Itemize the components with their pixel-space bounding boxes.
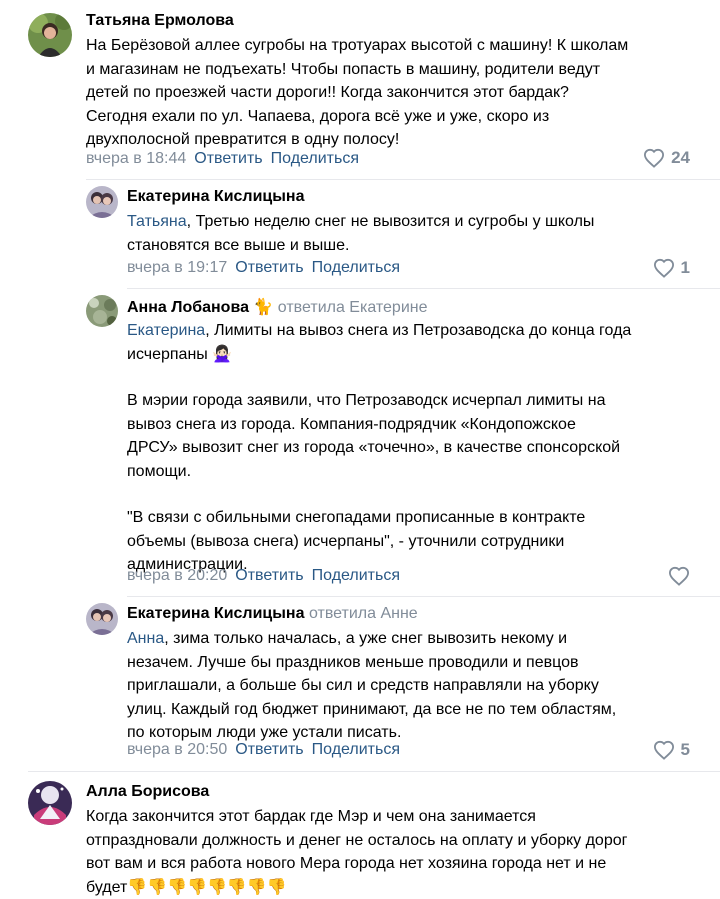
comment-author-name[interactable]: Анна Лобанова xyxy=(127,299,249,316)
reply-button[interactable]: Ответить xyxy=(235,567,303,584)
comment-text-line: вот вам и вся работа нового Мера города … xyxy=(86,852,627,876)
comment-text: Татьяна, Третью неделю снег не вывозится… xyxy=(127,210,594,257)
comment-text: На Берёзовой аллее сугробы на тротуарах … xyxy=(86,34,628,152)
comment-author-name[interactable]: Екатерина Кислицына xyxy=(127,605,305,622)
comment-text-line: "В связи с обильными снегопадами прописа… xyxy=(127,506,631,530)
avatar[interactable] xyxy=(86,295,118,327)
replied-to[interactable]: ответила Анне xyxy=(309,605,418,622)
comment-time[interactable]: вчера в 19:17 xyxy=(127,259,227,276)
comment-text-line: приглашали, а больше бы сил и средств на… xyxy=(127,674,616,698)
comment-text: Когда закончится этот бардак где Мэр и ч… xyxy=(86,805,627,899)
comment-author: Анна Лобанова 🐈 ответила Екатерине xyxy=(127,297,428,317)
comment-author: Екатерина Кислицына ответила Анне xyxy=(127,605,418,623)
heart-icon xyxy=(653,258,675,278)
comment-meta: вчера в 20:20 Ответить Поделиться xyxy=(127,567,400,585)
comment-text-line: детей по проезжей части дороги!! Когда з… xyxy=(86,81,628,105)
comment-text-line: и магазинам не подъехать! Чтобы попасть … xyxy=(86,58,628,82)
heart-icon xyxy=(653,740,675,760)
reply-button[interactable]: Ответить xyxy=(235,259,303,276)
comment-text-line: вывоз снега из города. Компания-подрядчи… xyxy=(127,413,631,437)
avatar[interactable] xyxy=(28,13,72,57)
heart-icon xyxy=(643,148,665,168)
comment-text-line: В мэрии города заявили, что Петрозаводск… xyxy=(127,389,631,413)
comment-author[interactable]: Алла Борисова xyxy=(86,783,209,801)
like-count: 1 xyxy=(681,258,690,278)
avatar[interactable] xyxy=(86,603,118,635)
share-button[interactable]: Поделиться xyxy=(271,150,359,167)
comment-text: Екатерина, Лимиты на вывоз снега из Петр… xyxy=(127,319,631,577)
comment-time[interactable]: вчера в 18:44 xyxy=(86,150,186,167)
comment-text-line: Сегодня ехали по ул. Чапаева, дорога всё… xyxy=(86,105,628,129)
divider xyxy=(127,288,720,289)
comment-text-line: отпраздновали должность и денег не остал… xyxy=(86,829,627,853)
cat-icon: 🐈 xyxy=(253,299,273,316)
comment-text-line: , Третью неделю снег не вывозится и сугр… xyxy=(187,213,595,230)
comment-text-line: , Лимиты на вывоз снега из Петрозаводска… xyxy=(205,322,631,339)
comment-text-line: улиц. Каждый год бюджет принимают, да вс… xyxy=(127,698,616,722)
comment-text-line: Когда закончится этот бардак где Мэр и ч… xyxy=(86,805,627,829)
comment-text-line: будет👎👎👎👎👎👎👎👎 xyxy=(86,876,627,899)
comment-author[interactable]: Татьяна Ермолова xyxy=(86,12,234,30)
avatar[interactable] xyxy=(86,186,118,218)
divider xyxy=(127,596,720,597)
comment-text-line: помощи. xyxy=(127,460,631,484)
like-count: 5 xyxy=(681,740,690,760)
comment-text-line: незачем. Лучше бы праздников меньше пров… xyxy=(127,651,616,675)
avatar[interactable] xyxy=(28,781,72,825)
mention-link[interactable]: Анна xyxy=(127,630,164,647)
comment-time[interactable]: вчера в 20:50 xyxy=(127,741,227,758)
like-button[interactable] xyxy=(668,566,690,586)
share-button[interactable]: Поделиться xyxy=(312,567,400,584)
reply-button[interactable]: Ответить xyxy=(194,150,262,167)
divider xyxy=(28,771,720,772)
comment-text-line: становятся все выше и выше. xyxy=(127,234,594,258)
divider xyxy=(86,179,720,180)
comment-text-line: , зима только началась, а уже снег вывоз… xyxy=(164,630,567,647)
comment-meta: вчера в 18:44 Ответить Поделиться xyxy=(86,150,359,168)
comment-text: Анна, зима только началась, а уже снег в… xyxy=(127,627,616,745)
comment-text-line: На Берёзовой аллее сугробы на тротуарах … xyxy=(86,34,628,58)
comment-text-line: исчерпаны 🙅🏻‍♀️ xyxy=(127,343,631,367)
like-button[interactable]: 5 xyxy=(653,740,690,760)
like-button[interactable]: 24 xyxy=(643,148,690,168)
comment-meta: вчера в 20:50 Ответить Поделиться xyxy=(127,741,400,759)
comment-time[interactable]: вчера в 20:20 xyxy=(127,567,227,584)
comment-meta: вчера в 19:17 Ответить Поделиться xyxy=(127,259,400,277)
comment-text-line: двухполосной превратится в одну полосу! xyxy=(86,128,628,152)
comment-text-line: ДРСУ» вывозит снег из города «точечно», … xyxy=(127,436,631,460)
replied-to[interactable]: ответила Екатерине xyxy=(278,299,428,316)
comment-author[interactable]: Екатерина Кислицына xyxy=(127,188,305,206)
like-button[interactable]: 1 xyxy=(653,258,690,278)
reply-button[interactable]: Ответить xyxy=(235,741,303,758)
mention-link[interactable]: Татьяна xyxy=(127,213,187,230)
share-button[interactable]: Поделиться xyxy=(312,741,400,758)
mention-link[interactable]: Екатерина xyxy=(127,322,205,339)
comment-text-line: объемы (вывоза снега) исчерпаны", - уточ… xyxy=(127,530,631,554)
share-button[interactable]: Поделиться xyxy=(312,259,400,276)
heart-icon xyxy=(668,566,690,586)
like-count: 24 xyxy=(671,148,690,168)
